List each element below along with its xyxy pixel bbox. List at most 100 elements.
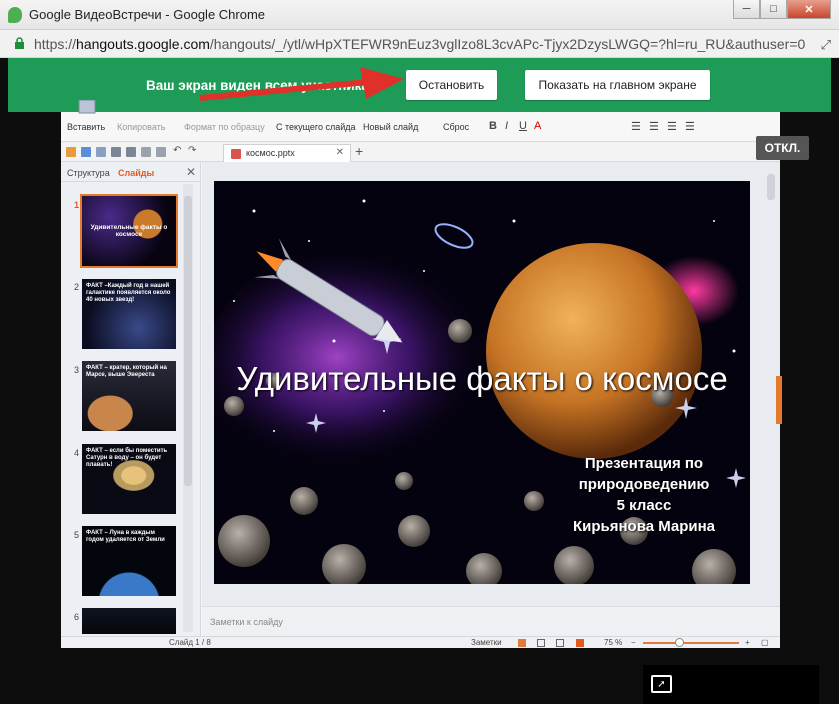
participant-tile[interactable]: ➚ [643,665,819,704]
notes-area[interactable]: Заметки к слайду [202,606,780,636]
scroll-knob[interactable] [184,196,192,486]
close-button[interactable]: ✕ [787,0,831,19]
reading-view-icon[interactable] [556,639,564,647]
slide-thumbnail[interactable]: ФАКТ – Луна в каждым годом удаляется от … [82,526,176,596]
slide-thumbnail[interactable]: ФАКТ – кратер, который на Марсе, выше Эв… [82,361,176,431]
export-icon[interactable] [96,147,106,157]
close-panel-icon[interactable]: ✕ [186,165,196,179]
notes-toggle[interactable]: Заметки [471,638,502,647]
quick-access-toolbar: ↶ ↷ космос.pptx ✕ + [61,142,780,162]
thumb-caption: ФАКТ – Луна в каждым годом удаляется от … [86,530,165,543]
copy-button[interactable]: Копировать [117,122,165,132]
open-icon[interactable] [66,147,76,157]
slide-subtitle[interactable]: Презентация по природоведению 5 класс Ки… [544,453,744,537]
thumb-number: 2 [74,282,80,292]
zoom-slider-knob[interactable] [675,638,684,647]
spellcheck-icon[interactable] [141,147,151,157]
status-bar: Слайд 1 / 8 Заметки 75 % − + ▢ [61,636,780,648]
justify-icon[interactable]: ☰ [685,120,695,133]
thumb-number: 4 [74,448,80,458]
slide-thumbnail[interactable]: Удивительные факты о космосе [80,194,178,268]
paste-button[interactable]: Вставить [67,122,105,132]
redo-icon[interactable]: ↷ [188,145,198,156]
new-slide-button[interactable]: Новый слайд [363,122,418,132]
subtitle-line: 5 класс [616,497,672,514]
lock-icon [15,37,24,49]
subtitle-line: природоведению [578,476,710,493]
shared-screen: Вставить Копировать Формат по образцу С … [61,100,809,648]
bold-button[interactable]: B [489,120,497,132]
underline-button[interactable]: U [519,120,527,132]
thumb-caption: ФАКТ – если бы поместить Сатурн в воду –… [86,448,168,468]
thumb-number: 1 [74,200,80,210]
undo-icon[interactable]: ↶ [173,145,183,156]
current-slide[interactable]: Удивительные факты о космосе Презентация… [214,181,750,584]
slide-counter: Слайд 1 / 8 [169,638,211,647]
font-color-button[interactable]: A [534,120,541,132]
slides-panel: Структура Слайды ✕ 1 Удивительные факты … [61,162,201,636]
reset-button[interactable]: Сброс [443,122,469,132]
ribbon: Вставить Копировать Формат по образцу С … [61,100,780,142]
zoom-out-icon[interactable]: − [631,638,636,647]
thumb-caption: ФАКТ – кратер, который на Марсе, выше Эв… [86,365,167,378]
pointer-icon[interactable] [156,147,166,157]
url-scheme: https:// [34,36,77,52]
align-right-icon[interactable]: ☰ [667,120,677,133]
document-tab[interactable]: космос.pptx ✕ [223,144,351,162]
stop-sharing-button[interactable]: Остановить [406,70,497,100]
banner-text: Ваш экран виден всем участникам [146,78,379,93]
thumbnail-scrollbar[interactable] [183,184,193,632]
close-tab-icon[interactable]: ✕ [336,147,344,158]
format-painter-button[interactable]: Формат по образцу [184,122,265,132]
slide-thumbnail[interactable]: ФАКТ –Каждый год в нашей галактике появл… [82,279,176,349]
document-tab-name: космос.pptx [246,148,295,158]
slide-thumbnail[interactable]: ФАКТ – если бы поместить Сатурн в воду –… [82,444,176,514]
italic-button[interactable]: I [505,120,508,132]
screen-share-icon: ➚ [651,675,672,693]
title-bar: Google ВидеоВстречи - Google Chrome ─ □ … [0,0,839,30]
thumb-number: 6 [74,612,80,622]
fit-window-icon[interactable]: ▢ [761,638,769,647]
save-icon[interactable] [81,147,91,157]
toggle-off-button[interactable]: ОТКЛ. [756,136,809,160]
show-on-main-screen-button[interactable]: Показать на главном экране [525,70,710,100]
tab-slides[interactable]: Слайды [118,168,154,178]
window-controls: ─ □ ✕ [733,0,831,20]
panel-grip[interactable] [776,376,782,424]
thumb-caption: Удивительные факты о космосе [90,224,168,238]
chrome-window: Google ВидеоВстречи - Google Chrome ─ □ … [0,0,839,704]
scroll-knob[interactable] [767,174,775,200]
print-icon[interactable] [111,147,121,157]
subtitle-line: Презентация по [584,455,704,472]
hangouts-icon [8,7,22,23]
subtitle-line: Кирьянова Марина [572,518,716,535]
window-title: Google ВидеоВстречи - Google Chrome [29,7,266,22]
new-tab-icon[interactable]: + [355,143,363,159]
panel-tabs: Структура Слайды ✕ [61,162,201,182]
align-center-icon[interactable]: ☰ [649,120,659,133]
zoom-level: 75 % [604,638,623,647]
thumb-number: 5 [74,530,80,540]
zoom-in-icon[interactable]: + [745,638,750,647]
thumb-caption: ФАКТ –Каждый год в нашей галактике появл… [86,283,171,303]
tab-structure[interactable]: Структура [67,168,110,178]
thumb-number: 3 [74,365,80,375]
normal-view-icon[interactable] [518,639,526,647]
sorter-view-icon[interactable] [537,639,545,647]
pptx-icon [231,149,241,159]
slide-thumbnail[interactable] [82,608,176,634]
slideshow-icon[interactable] [576,639,584,647]
minimize-button[interactable]: ─ [733,0,760,19]
screen-share-banner: Ваш экран виден всем участникам Останови… [8,58,831,112]
zoom-slider[interactable] [643,642,739,644]
paste-icon [78,100,96,114]
url-text[interactable]: https://hangouts.google.com/hangouts/_/y… [34,36,805,52]
preview-icon[interactable] [126,147,136,157]
from-current-slide-button[interactable]: С текущего слайда [276,122,356,132]
maximize-button[interactable]: □ [760,0,787,19]
url-path: /hangouts/_/ytl/wHpXTEFWR9nEuz3vglIzo8L3… [209,36,806,52]
address-bar[interactable]: https://hangouts.google.com/hangouts/_/y… [0,30,839,58]
align-left-icon[interactable]: ☰ [631,120,641,133]
slide-title[interactable]: Удивительные факты о космосе [214,359,750,399]
expand-icon[interactable]: ⤢ [821,37,831,53]
